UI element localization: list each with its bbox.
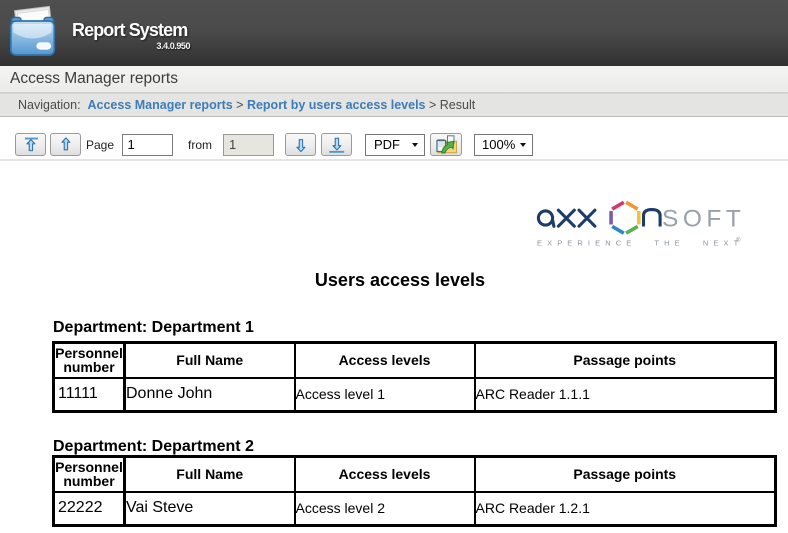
svg-text:SOFT: SOFT bbox=[662, 206, 745, 233]
svg-text:EXPERIENCE THE NEXT: EXPERIENCE THE NEXT bbox=[537, 239, 743, 248]
svg-text:®: ® bbox=[736, 237, 741, 244]
